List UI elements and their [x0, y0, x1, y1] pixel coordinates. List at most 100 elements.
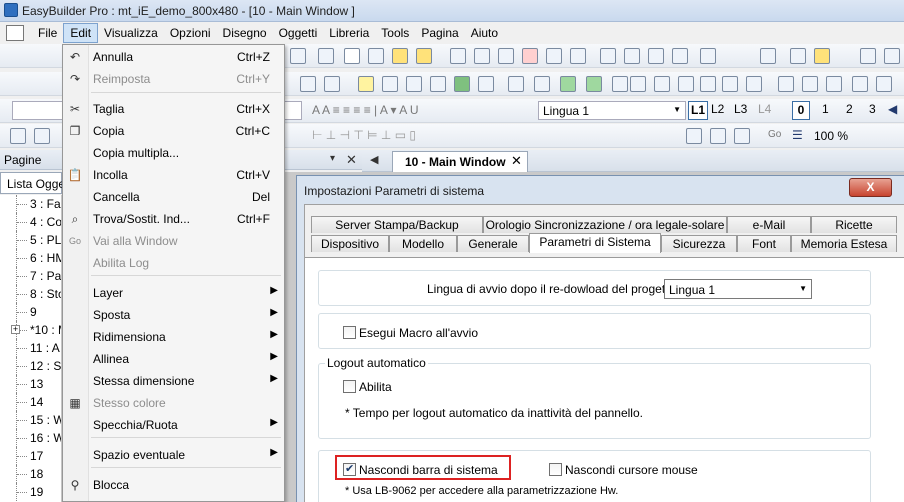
qmt-icon[interactable] [672, 48, 688, 64]
tab-modello[interactable]: Modello [389, 235, 457, 252]
button-icon[interactable] [392, 48, 408, 64]
font-size-icon[interactable]: A A ≡ ≡ ≡ ≡ | A ▾ A U [312, 103, 419, 117]
system-menu-icon[interactable] [6, 25, 24, 41]
level-l2-button[interactable]: L2 [711, 102, 724, 116]
rectangle-icon[interactable] [324, 76, 340, 92]
edit-menu-item[interactable]: Ridimensiona ▶ [63, 326, 284, 348]
schedule-icon[interactable] [678, 76, 694, 92]
edit-menu-item[interactable]: 📋 Incolla Ctrl+V [63, 164, 284, 186]
edit-menu-item[interactable]: Copia multipla... [63, 142, 284, 164]
clock-icon[interactable] [630, 76, 646, 92]
calendar-icon[interactable] [654, 76, 670, 92]
menu-libreria[interactable]: Libreria [323, 23, 375, 43]
gauge-icon[interactable] [612, 76, 628, 92]
edit-menu-item[interactable]: Spazio eventuale ▶ [63, 444, 284, 466]
tree-item[interactable]: 9 [0, 303, 61, 321]
led-icon[interactable] [586, 76, 602, 92]
edit-menu-item[interactable]: Cancella Del [63, 186, 284, 208]
shape-icon[interactable] [300, 76, 316, 92]
network-icon[interactable] [802, 76, 818, 92]
edit-menu-item[interactable]: ❐ Copia Ctrl+C [63, 120, 284, 142]
window-icon[interactable] [416, 48, 432, 64]
numeric-icon[interactable] [406, 76, 422, 92]
expand-icon[interactable]: + [11, 325, 20, 334]
flip-icon[interactable] [686, 128, 702, 144]
tree-item[interactable]: 12 : Sc [0, 357, 61, 375]
menu-oggetti[interactable]: Oggetti [273, 23, 324, 43]
level-l4-button[interactable]: L4 [758, 102, 771, 116]
hide-mouse-cursor-checkbox[interactable] [549, 463, 562, 476]
menu-aiuto[interactable]: Aiuto [465, 23, 504, 43]
music-icon[interactable] [860, 48, 876, 64]
tool-icon[interactable] [290, 48, 306, 64]
tree-item[interactable]: 11 : A [0, 339, 61, 357]
lamp-icon[interactable] [358, 76, 374, 92]
zoom-level[interactable]: 100 % [814, 129, 848, 143]
edit-menu-item[interactable]: ⚲ Blocca [63, 474, 284, 496]
tab-server-stampa-backup[interactable]: Server Stampa/Backup [311, 216, 483, 233]
tree-item[interactable]: 8 : Sto [0, 285, 61, 303]
menu-opzioni[interactable]: Opzioni [164, 23, 217, 43]
tree-item[interactable]: 13 [0, 375, 61, 393]
close-icon[interactable]: ✕ [346, 152, 357, 168]
step-icon[interactable] [508, 76, 524, 92]
play-left-icon[interactable]: ◀ [888, 102, 897, 116]
tab-parametri-di-sistema[interactable]: Parametri di Sistema [529, 233, 661, 253]
tree-item[interactable]: 7 : Pa [0, 267, 61, 285]
ascii-icon[interactable] [430, 76, 446, 92]
pin-icon[interactable]: ▾ [330, 153, 335, 164]
video-icon[interactable] [570, 48, 586, 64]
tree-item[interactable]: 17 [0, 447, 61, 465]
state-0-button[interactable]: 0 [792, 101, 810, 120]
tree-item[interactable]: 19 [0, 483, 61, 501]
tab-email[interactable]: e-Mail [727, 216, 811, 233]
startup-language-select[interactable]: Lingua 1 ▼ [664, 279, 812, 299]
state-2-button[interactable]: 2 [846, 102, 853, 116]
tree-item[interactable]: 18 [0, 465, 61, 483]
bars-icon[interactable] [600, 48, 616, 64]
edit-menu-item[interactable]: ✂ Taglia Ctrl+X [63, 98, 284, 120]
view-icon[interactable] [826, 76, 842, 92]
level-l3-button[interactable]: L3 [734, 102, 747, 116]
edit-menu-item[interactable]: ⌕ Trova/Sostit. Ind... Ctrl+F [63, 208, 284, 230]
grid-data-icon[interactable] [546, 48, 562, 64]
tab-sicurezza[interactable]: Sicurezza [661, 235, 737, 252]
grid-icon[interactable] [344, 48, 360, 64]
edit-menu-item[interactable]: Specchia/Ruota ▶ [63, 414, 284, 436]
tab-generale[interactable]: Generale [457, 235, 529, 252]
edit-menu-item[interactable]: Abilita Log [63, 252, 284, 274]
tree-item[interactable]: 4 : Co [0, 213, 61, 231]
menu-edit[interactable]: Edit [63, 23, 99, 43]
tab-memoria-estesa[interactable]: Memoria Estesa [791, 235, 897, 252]
state-3-button[interactable]: 3 [869, 102, 876, 116]
edit-menu-item[interactable]: Sposta ▶ [63, 304, 284, 326]
pencil-icon[interactable] [318, 48, 334, 64]
connect-icon[interactable] [534, 76, 550, 92]
menu-pagina[interactable]: Pagina [415, 23, 464, 43]
go-icon[interactable]: Go [768, 129, 781, 140]
edit-menu-item[interactable]: ↶ Annulla Ctrl+Z [63, 46, 284, 68]
edit-menu-item[interactable]: Stessa dimensione ▶ [63, 370, 284, 392]
tab-orologio[interactable]: Orologio Sincronizzazione / ora legale-s… [483, 216, 727, 233]
play-icon[interactable] [852, 76, 868, 92]
tree-item[interactable]: + *10 : M [0, 321, 61, 339]
edit-menu-item[interactable]: Layer ▶ [63, 282, 284, 304]
ungroup-icon[interactable] [34, 128, 50, 144]
list-icon[interactable] [624, 48, 640, 64]
level-l1-button[interactable]: L1 [688, 101, 708, 120]
menu-tools[interactable]: Tools [375, 23, 415, 43]
tree-item[interactable]: 16 : W [0, 429, 61, 447]
tab-dispositivo[interactable]: Dispositivo [311, 235, 389, 252]
resize-icon[interactable] [710, 128, 726, 144]
tab-ricette[interactable]: Ricette [811, 216, 897, 233]
logout-enable-checkbox[interactable] [343, 380, 356, 393]
device-icon[interactable] [760, 48, 776, 64]
tree-item[interactable]: 5 : PL [0, 231, 61, 249]
device-icon[interactable] [790, 48, 806, 64]
menu-visualizza[interactable]: Visualizza [98, 23, 164, 43]
language-select[interactable]: Lingua 1 ▼ [538, 101, 686, 120]
state-1-button[interactable]: 1 [822, 102, 829, 116]
alarm-icon[interactable] [746, 76, 762, 92]
tree-item[interactable]: 6 : HM [0, 249, 61, 267]
tab-main-window[interactable]: 10 - Main Window ✕ [392, 151, 528, 172]
